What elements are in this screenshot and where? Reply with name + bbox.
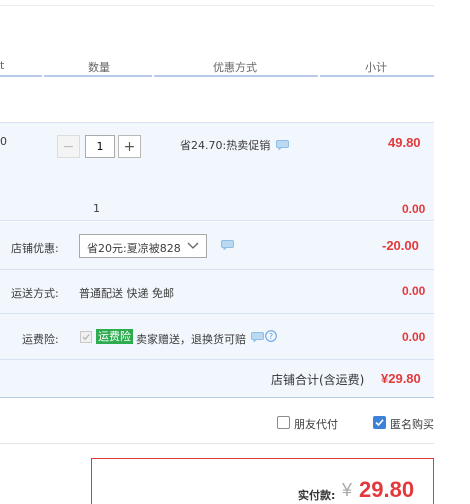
insurance-text: 卖家赠送，退换货可赔 xyxy=(136,333,246,346)
insurance-checkbox[interactable] xyxy=(80,331,92,343)
anonymous-checkbox[interactable] xyxy=(373,416,386,429)
anonymous-option[interactable]: 匿名购买 xyxy=(373,416,443,431)
store-total-row: 店铺合计(含运费) ¥29.80 xyxy=(0,360,434,398)
item-block: 0 − + 省24.70:热卖促销 49.80 1 0.00 xyxy=(0,122,434,221)
options-divider xyxy=(0,443,434,444)
insurance-label: 运费险: xyxy=(22,333,59,346)
shipping-value: 普通配送 快递 免邮 xyxy=(79,287,174,300)
header-underline-3 xyxy=(154,75,318,77)
table-header: t 数量 优惠方式 小计 xyxy=(0,58,434,76)
header-underline-2 xyxy=(44,75,152,77)
shipping-amount: 0.00 xyxy=(402,284,426,298)
chevron-down-icon xyxy=(187,241,199,251)
store-discount-label: 店铺优惠: xyxy=(11,242,59,255)
header-col-partial: t xyxy=(0,59,5,72)
shipping-row: 运送方式: 普通配送 快递 免邮 0.00 xyxy=(0,270,434,314)
insurance-badge: 运费险 xyxy=(96,329,133,344)
friend-pay-label: 朋友代付 xyxy=(294,418,338,431)
svg-text:?: ? xyxy=(269,332,273,341)
friend-pay-checkbox[interactable] xyxy=(277,416,290,429)
discount-chat-icon[interactable] xyxy=(221,240,234,251)
payment-box: 实付款: ¥ 29.80 xyxy=(91,458,434,504)
store-total-amount: ¥29.80 xyxy=(381,371,421,386)
insurance-amount: 0.00 xyxy=(402,330,426,344)
insurance-row: 运费险: 运费险 卖家赠送，退换货可赔 ? 0.00 xyxy=(0,314,434,360)
item-left-partial: 0 xyxy=(0,135,7,148)
payment-label: 实付款: xyxy=(298,489,336,502)
payment-currency: ¥ xyxy=(342,480,353,500)
help-icon[interactable]: ? xyxy=(265,330,277,342)
header-underline-1 xyxy=(0,75,42,77)
header-subtotal: 小计 xyxy=(365,61,387,74)
header-underline-4 xyxy=(320,75,434,77)
gift-price: 0.00 xyxy=(402,202,426,216)
promo-chat-icon[interactable] xyxy=(276,140,289,151)
store-discount-row: 店铺优惠: 省20元:夏凉被828 -20.00 xyxy=(0,222,434,270)
insurance-chat-icon[interactable] xyxy=(251,332,264,343)
store-total-label: 店铺合计(含运费) xyxy=(271,373,365,387)
promo-text: 省24.70:热卖促销 xyxy=(180,139,271,152)
store-discount-select-value: 省20元:夏凉被828 xyxy=(87,242,181,255)
qty-minus-button[interactable]: − xyxy=(57,135,80,158)
payment-amount: 29.80 xyxy=(359,477,415,502)
friend-pay-option[interactable]: 朋友代付 xyxy=(277,416,347,431)
qty-plus-button[interactable]: + xyxy=(118,135,141,158)
store-discount-amount: -20.00 xyxy=(382,238,419,253)
gift-qty: 1 xyxy=(93,202,100,215)
top-divider xyxy=(0,5,434,6)
store-discount-select[interactable]: 省20元:夏凉被828 xyxy=(79,234,207,258)
shipping-label: 运送方式: xyxy=(11,287,59,300)
item-price: 49.80 xyxy=(388,135,421,150)
anonymous-label: 匿名购买 xyxy=(390,418,434,431)
header-discount: 优惠方式 xyxy=(213,61,257,74)
header-quantity: 数量 xyxy=(88,61,110,74)
qty-input[interactable] xyxy=(85,135,115,158)
quantity-stepper: − + xyxy=(57,135,142,158)
